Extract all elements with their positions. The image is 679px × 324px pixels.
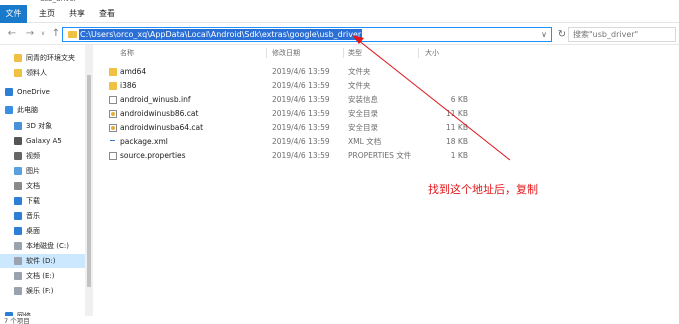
item-count: 7 个项目 (4, 317, 30, 324)
annotation-text: 找到这个地址后，复制 (428, 183, 538, 196)
annotation-arrow (352, 35, 511, 161)
status-bar: 7 个项目 (0, 316, 679, 324)
